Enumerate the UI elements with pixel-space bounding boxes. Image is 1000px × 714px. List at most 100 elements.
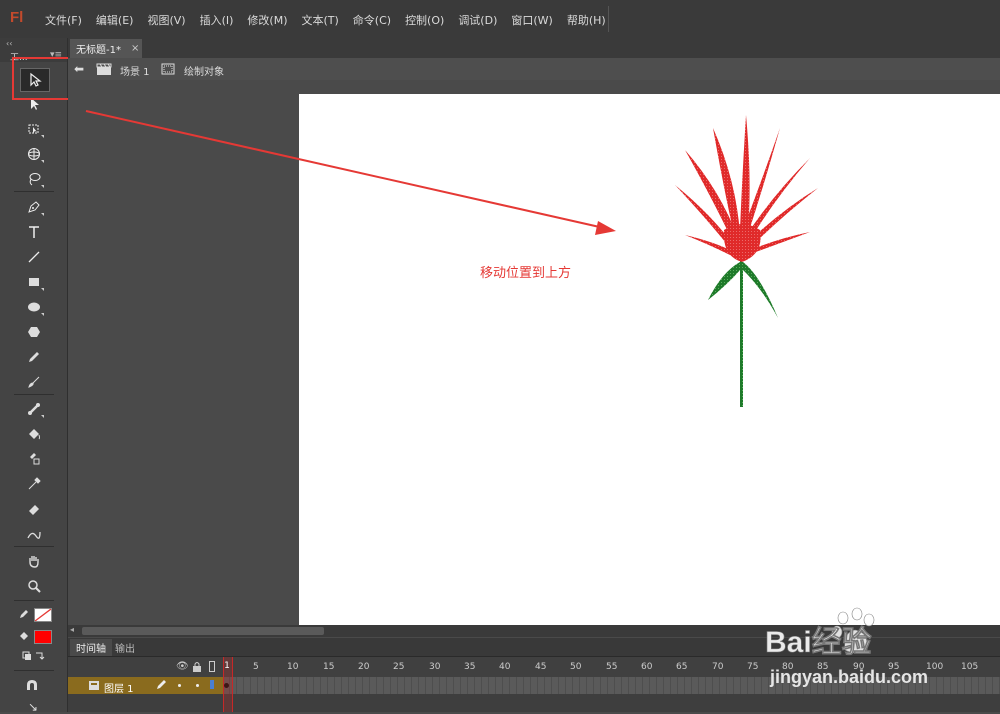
- back-arrow-icon[interactable]: ⬅: [74, 62, 84, 76]
- hand-tool[interactable]: [20, 550, 48, 572]
- frame-number: 30: [429, 662, 441, 672]
- document-tab-bar: [68, 38, 1000, 58]
- pen-icon: [28, 201, 40, 213]
- lock-icon[interactable]: [192, 661, 202, 675]
- pencil-icon: [29, 352, 39, 362]
- rectangle-tool[interactable]: [20, 271, 48, 293]
- menu-control[interactable]: 控制(O): [398, 12, 451, 28]
- collapse-panel-icon[interactable]: ‹‹: [6, 39, 12, 48]
- toolbox-panel: ‹‹ 工... ▾≡ ↘: [0, 38, 68, 714]
- frame-number: 55: [606, 662, 618, 672]
- scroll-left-icon[interactable]: ◂: [70, 625, 74, 634]
- swap-colors-icon[interactable]: [22, 650, 46, 665]
- ink-bottle-icon: [30, 453, 40, 465]
- menu-view[interactable]: 视图(V): [140, 12, 192, 28]
- lasso-icon: [29, 173, 41, 186]
- scene-clapper-icon: [96, 63, 112, 78]
- rectangle-icon: [29, 278, 39, 286]
- playhead-frame-label: 1: [224, 661, 230, 671]
- free-transform-icon: [28, 124, 39, 134]
- frame-number: 60: [641, 662, 653, 672]
- polygon-icon: [28, 327, 40, 337]
- bone-icon: [28, 403, 40, 415]
- text-tool[interactable]: [20, 221, 48, 243]
- fill-color-swatch[interactable]: [34, 630, 52, 644]
- annotation-text: 移动位置到上方: [480, 266, 572, 281]
- hand-icon: [29, 556, 39, 568]
- bone-tool[interactable]: [20, 398, 48, 420]
- free-transform-tool[interactable]: [20, 118, 48, 140]
- menu-debug[interactable]: 调试(D): [451, 12, 504, 28]
- frame-number: 50: [570, 662, 582, 672]
- app-logo: Fl: [10, 9, 24, 26]
- menu-help[interactable]: 帮助(H): [560, 12, 613, 28]
- tab-output[interactable]: 输出: [110, 639, 140, 656]
- 3d-rotation-tool[interactable]: [20, 143, 48, 165]
- document-tab[interactable]: 无标题-1* ×: [70, 39, 142, 58]
- pen-tool[interactable]: [20, 196, 48, 218]
- eraser-icon: [29, 505, 39, 515]
- menu-window[interactable]: 窗口(W): [504, 12, 559, 28]
- stage-canvas[interactable]: [299, 94, 1000, 625]
- frame-number: 25: [393, 662, 405, 672]
- snap-magnet-icon[interactable]: [24, 678, 40, 697]
- scrollbar-thumb[interactable]: [82, 627, 324, 635]
- menu-items: 文件(F) 编辑(E) 视图(V) 插入(I) 修改(M) 文本(T) 命令(C…: [38, 12, 613, 28]
- eraser-tool[interactable]: [20, 498, 48, 520]
- line-tool[interactable]: [20, 246, 48, 268]
- oval-tool[interactable]: [20, 296, 48, 318]
- eyedropper-tool[interactable]: [20, 473, 48, 495]
- menu-separator: [608, 6, 609, 32]
- lasso-tool[interactable]: [20, 168, 48, 190]
- menu-modify[interactable]: 修改(M): [240, 12, 294, 28]
- width-icon: [27, 531, 41, 539]
- fill-color-bucket-icon: [18, 630, 30, 645]
- layer-name[interactable]: 图层 1: [104, 680, 134, 695]
- layer-pencil-icon: [156, 679, 167, 693]
- show-hide-eye-icon[interactable]: 👁: [176, 661, 189, 672]
- width-tool[interactable]: [20, 523, 48, 545]
- polystar-tool[interactable]: [20, 321, 48, 343]
- frame-number: 15: [323, 662, 335, 672]
- ink-bottle-tool[interactable]: [20, 448, 48, 470]
- pencil-tool[interactable]: [20, 346, 48, 368]
- baidu-jingyan-watermark: Bai经验: [765, 607, 875, 659]
- menu-commands[interactable]: 命令(C): [346, 12, 398, 28]
- frame-number: 65: [676, 662, 688, 672]
- layer-lock-dot[interactable]: [196, 684, 199, 687]
- eyedropper-icon: [28, 477, 41, 490]
- frame-number: 75: [747, 662, 759, 672]
- frame-number: 40: [499, 662, 511, 672]
- close-tab-icon[interactable]: ×: [131, 43, 139, 54]
- drawing-object-icon: [161, 63, 175, 78]
- text-t-icon: [29, 226, 39, 238]
- drawing-object-breadcrumb[interactable]: 绘制对象: [184, 63, 224, 78]
- layer-visible-dot[interactable]: [178, 684, 181, 687]
- menu-edit[interactable]: 编辑(E): [89, 12, 141, 28]
- menu-text[interactable]: 文本(T): [294, 12, 345, 28]
- document-tab-label: 无标题-1*: [76, 45, 121, 56]
- brush-tool[interactable]: [20, 371, 48, 393]
- paint-bucket-icon: [29, 429, 40, 440]
- 3d-rotation-icon: [28, 148, 40, 160]
- stroke-color-pencil-icon: [18, 608, 30, 623]
- paint-bucket-tool[interactable]: [20, 423, 48, 445]
- watermark-url: jingyan.baidu.com: [770, 667, 929, 687]
- scene-breadcrumb[interactable]: 场景 1: [120, 63, 150, 78]
- menu-insert[interactable]: 插入(I): [193, 12, 241, 28]
- stroke-color-swatch[interactable]: [34, 608, 52, 622]
- frame-number: 45: [535, 662, 547, 672]
- menu-file[interactable]: 文件(F): [38, 12, 89, 28]
- outline-toggle-icon[interactable]: [209, 661, 215, 672]
- frame-number: 10: [287, 662, 299, 672]
- layer-outline-color[interactable]: [210, 680, 214, 689]
- magnifier-icon: [28, 580, 41, 593]
- flower-drawing[interactable]: [660, 110, 830, 410]
- frame-number: 20: [358, 662, 370, 672]
- frame-number: 70: [712, 662, 724, 672]
- selection-tool-highlight: [12, 57, 72, 100]
- frame-number: 5: [253, 662, 259, 672]
- brush-icon: [28, 376, 40, 388]
- tab-timeline[interactable]: 时间轴: [70, 639, 112, 656]
- zoom-tool[interactable]: [20, 575, 48, 597]
